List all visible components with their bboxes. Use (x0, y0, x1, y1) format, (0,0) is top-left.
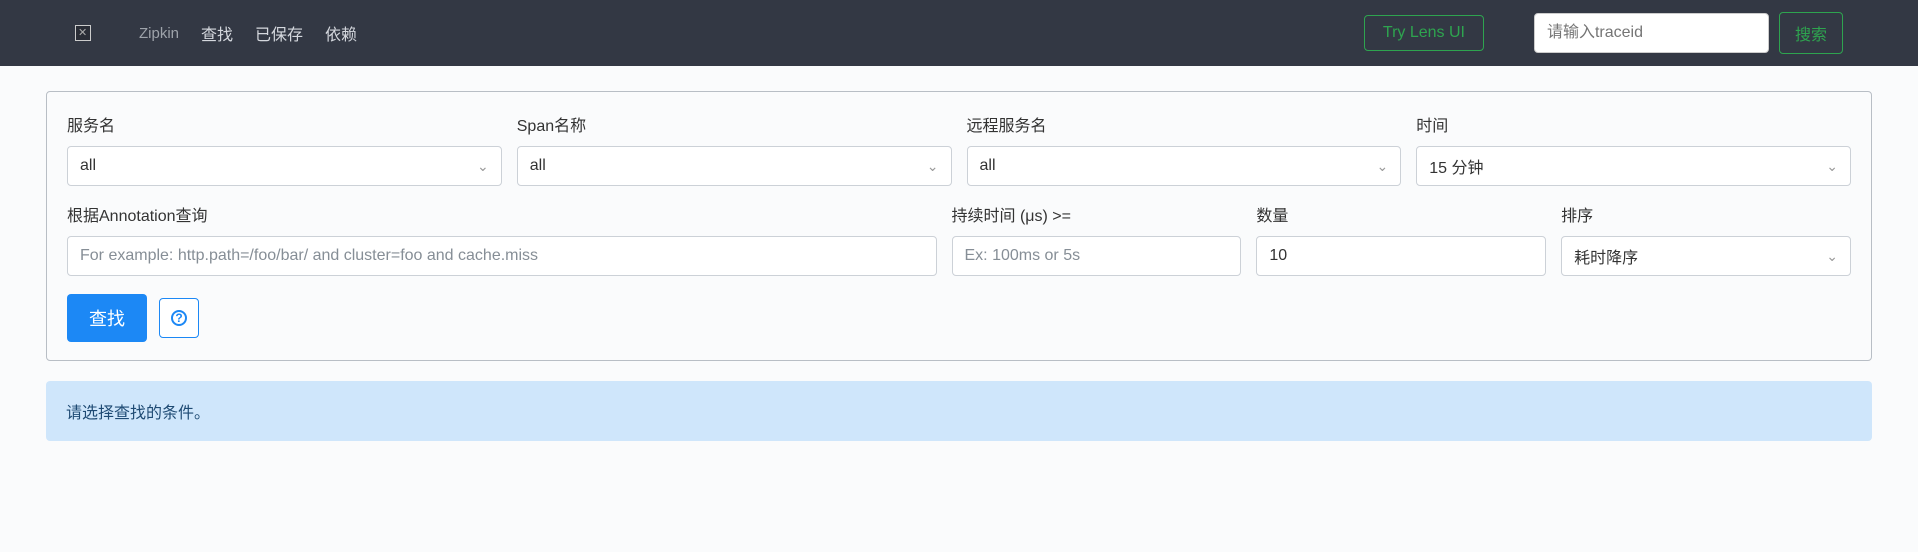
question-icon: ? (171, 310, 187, 326)
service-label: 服务名 (67, 112, 502, 136)
help-button[interactable]: ? (159, 298, 199, 338)
info-message: 请选择查找的条件。 (66, 405, 210, 422)
span-label: Span名称 (517, 112, 952, 136)
search-form-panel: 服务名 all ⌄ Span名称 all ⌄ 远程服务名 all ⌄ (46, 91, 1872, 361)
duration-label: 持续时间 (μs) >= (952, 202, 1242, 226)
time-label: 时间 (1416, 112, 1851, 136)
annotation-input[interactable]: For example: http.path=/foo/bar/ and clu… (67, 236, 937, 276)
brand-label: Zipkin (139, 25, 179, 42)
info-banner: 请选择查找的条件。 (46, 381, 1872, 441)
nav-saved[interactable]: 已保存 (255, 21, 303, 45)
remote-value: all (980, 157, 996, 175)
limit-input[interactable]: 10 (1256, 236, 1546, 276)
sort-label: 排序 (1561, 202, 1851, 226)
limit-value: 10 (1269, 247, 1287, 265)
sort-select[interactable]: 耗时降序 ⌄ (1561, 236, 1851, 276)
form-actions: 查找 ? (67, 294, 1851, 342)
form-row-2: 根据Annotation查询 For example: http.path=/f… (67, 202, 1851, 276)
nav-links: Zipkin 查找 已保存 依赖 (139, 21, 357, 45)
field-time: 时间 15 分钟 ⌄ (1416, 112, 1851, 186)
main-container: 服务名 all ⌄ Span名称 all ⌄ 远程服务名 all ⌄ (0, 66, 1918, 466)
field-remote: 远程服务名 all ⌄ (967, 112, 1402, 186)
find-button[interactable]: 查找 (67, 294, 147, 342)
nav-dependencies[interactable]: 依赖 (325, 21, 357, 45)
limit-label: 数量 (1256, 202, 1546, 226)
search-button[interactable]: 搜索 (1779, 12, 1843, 54)
duration-input[interactable]: Ex: 100ms or 5s (952, 236, 1242, 276)
time-select[interactable]: 15 分钟 ⌄ (1416, 146, 1851, 186)
service-value: all (80, 157, 96, 175)
nav-find[interactable]: 查找 (201, 21, 233, 45)
annotation-label: 根据Annotation查询 (67, 202, 937, 226)
duration-placeholder: Ex: 100ms or 5s (965, 247, 1081, 265)
field-service: 服务名 all ⌄ (67, 112, 502, 186)
form-row-1: 服务名 all ⌄ Span名称 all ⌄ 远程服务名 all ⌄ (67, 112, 1851, 186)
field-limit: 数量 10 (1256, 202, 1546, 276)
field-duration: 持续时间 (μs) >= Ex: 100ms or 5s (952, 202, 1242, 276)
span-value: all (530, 157, 546, 175)
field-sort: 排序 耗时降序 ⌄ (1561, 202, 1851, 276)
remote-select[interactable]: all ⌄ (967, 146, 1402, 186)
chevron-down-icon: ⌄ (1826, 248, 1838, 265)
remote-label: 远程服务名 (967, 112, 1402, 136)
service-select[interactable]: all ⌄ (67, 146, 502, 186)
annotation-placeholder: For example: http.path=/foo/bar/ and clu… (80, 247, 538, 265)
sort-value: 耗时降序 (1574, 244, 1638, 268)
chevron-down-icon: ⌄ (477, 158, 489, 175)
field-span: Span名称 all ⌄ (517, 112, 952, 186)
chevron-down-icon: ⌄ (1377, 158, 1389, 175)
trace-id-input[interactable] (1534, 13, 1769, 53)
field-annotation: 根据Annotation查询 For example: http.path=/f… (67, 202, 937, 276)
try-lens-button[interactable]: Try Lens UI (1364, 15, 1484, 51)
chevron-down-icon: ⌄ (1826, 158, 1838, 175)
logo-broken-icon (75, 25, 91, 41)
span-select[interactable]: all ⌄ (517, 146, 952, 186)
top-header: Zipkin 查找 已保存 依赖 Try Lens UI 搜索 (0, 0, 1918, 66)
time-value: 15 分钟 (1429, 154, 1483, 178)
chevron-down-icon: ⌄ (927, 158, 939, 175)
